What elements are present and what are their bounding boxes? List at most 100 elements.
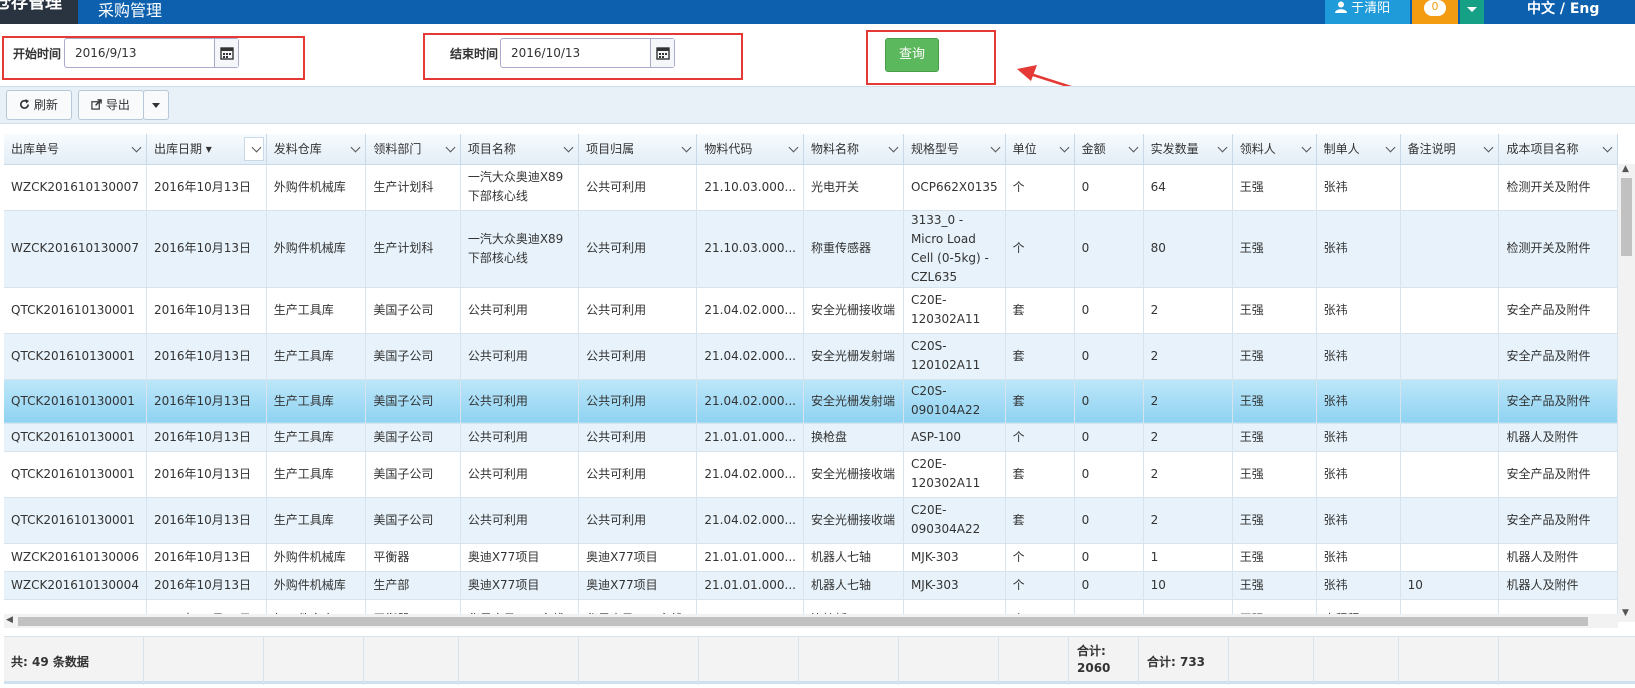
table-cell: 光电开关 <box>803 164 904 211</box>
vertical-scroll-thumb[interactable] <box>1621 178 1632 256</box>
chevron-down-icon[interactable] <box>1460 0 1484 24</box>
column-header-label: 项目名称 <box>467 142 516 157</box>
column-header[interactable]: 项目归属 <box>578 134 698 165</box>
table-cell: 公共可利用 <box>578 379 698 424</box>
chevron-down-icon[interactable] <box>563 142 574 153</box>
refresh-label: 刷新 <box>33 98 58 112</box>
table-cell <box>1400 379 1500 424</box>
horizontal-scrollbar[interactable]: ◀ <box>4 614 1618 628</box>
module-title[interactable]: 采购管理 <box>98 0 162 21</box>
column-header[interactable]: 物料代码 <box>696 134 804 165</box>
table-row[interactable]: QTCK201610130001 2016年10月13日 生产工具库 美国子公司 公共可… <box>4 379 1618 424</box>
table-row[interactable]: QTCK201610130001 2016年10月13日 生产工具库 美国子公司 公共可… <box>4 451 1618 498</box>
vertical-scrollbar[interactable]: ▲ ▼ <box>1618 164 1635 622</box>
brand-title: 仓存管理 <box>0 0 62 13</box>
chevron-down-icon[interactable] <box>1602 142 1613 153</box>
scroll-up-icon[interactable]: ▲ <box>1622 164 1629 174</box>
column-header[interactable]: 领料人 <box>1232 134 1317 165</box>
table-cell: 公共可利用 <box>460 379 580 424</box>
table-cell: 王强 <box>1232 333 1317 380</box>
table-cell: 0 <box>1074 287 1144 334</box>
chevron-down-icon[interactable] <box>1301 142 1312 153</box>
table-row[interactable]: QTCK201610130001 2016年10月13日 生产工具库 美国子公司 公共可… <box>4 333 1618 380</box>
start-date-field[interactable] <box>64 38 239 68</box>
table-cell: QTCK201610130001 <box>4 287 147 334</box>
table-cell: 2 <box>1143 497 1233 544</box>
chevron-down-icon[interactable] <box>788 142 799 153</box>
table-row[interactable]: QTCK201610130001 2016年10月13日 生产工具库 美国子公司 公共可… <box>4 423 1618 452</box>
column-header[interactable]: 备注说明 <box>1400 134 1500 165</box>
table-cell: 公共可利用 <box>578 451 698 498</box>
table-row[interactable]: WZCK201610130004 2016年10月13日 外购件机械库 生产部 奥迪X7… <box>4 571 1618 600</box>
column-header-label: 项目归属 <box>586 142 635 157</box>
messages-button[interactable]: 0 <box>1412 0 1458 24</box>
chevron-down-icon[interactable] <box>1059 142 1070 153</box>
chevron-down-icon[interactable] <box>990 142 1001 153</box>
calendar-icon[interactable] <box>650 39 674 67</box>
language-switch[interactable]: 中文 / Eng <box>1527 0 1599 18</box>
table-cell: 安全光栅发射端 <box>803 333 904 380</box>
query-button[interactable]: 查询 <box>885 38 939 72</box>
table-row[interactable]: QTCK201610130001 2016年10月13日 生产工具库 美国子公司 公共可… <box>4 497 1618 544</box>
column-header[interactable]: 物料名称 <box>803 134 904 165</box>
table-cell: 生产工具库 <box>266 497 367 544</box>
scroll-down-icon[interactable]: ▼ <box>1622 608 1629 618</box>
column-header[interactable]: 项目名称 <box>460 134 580 165</box>
table-cell: 21.10.03.000... <box>696 164 804 211</box>
chevron-down-icon[interactable] <box>681 142 692 153</box>
footer-cell <box>999 637 1069 685</box>
table-cell: OCP662X0135 <box>903 164 1006 211</box>
footer-cell <box>1229 637 1314 685</box>
chevron-down-icon[interactable] <box>350 142 361 153</box>
chevron-down-icon[interactable] <box>1217 142 1228 153</box>
start-date-input[interactable] <box>65 39 215 67</box>
refresh-button[interactable]: 刷新 <box>6 90 72 120</box>
end-date-input[interactable] <box>501 39 651 67</box>
table-cell: 安全光栅接收端 <box>803 451 904 498</box>
table-cell: 王强 <box>1232 451 1317 498</box>
chevron-down-icon[interactable] <box>1128 142 1139 153</box>
horizontal-scroll-thumb[interactable] <box>18 617 1588 626</box>
table-cell: 公共可利用 <box>578 287 698 334</box>
column-header[interactable]: 规格型号 <box>903 134 1006 165</box>
table-cell: 张祎 <box>1316 497 1401 544</box>
end-date-field[interactable] <box>500 38 675 68</box>
column-header[interactable]: 金额 <box>1074 134 1144 165</box>
column-header[interactable]: 出库单号 <box>4 134 147 165</box>
chevron-down-icon[interactable] <box>1385 142 1396 153</box>
calendar-icon[interactable] <box>214 39 238 67</box>
table-cell: 美国子公司 <box>365 423 461 452</box>
column-header[interactable]: 实发数量 <box>1143 134 1233 165</box>
grid-header-row: 出库单号 出库日期 ▾ 发料仓库 领料部门 项目名称 项目归属 物料代码 物料名称 规格型号 单位… <box>4 134 1618 165</box>
column-header[interactable]: 出库日期 ▾ <box>146 134 267 165</box>
user-menu-button[interactable]: 于清阳 <box>1325 0 1410 24</box>
footer-cell <box>364 637 459 685</box>
export-button[interactable]: 导出 <box>78 90 144 120</box>
column-header[interactable]: 单位 <box>1005 134 1075 165</box>
grid-body: WZCK201610130007 2016年10月13日 外购件机械库 生产计划科 一汽… <box>4 164 1618 622</box>
app-brand: 仓存管理 <box>0 0 78 24</box>
table-row[interactable]: WZCK201610130006 2016年10月13日 外购件机械库 平衡器 奥迪X7… <box>4 543 1618 572</box>
data-grid: 出库单号 出库日期 ▾ 发料仓库 领料部门 项目名称 项目归属 物料代码 物料名称 规格型号 单位… <box>4 134 1618 622</box>
table-cell: 生产计划科 <box>365 210 461 288</box>
column-header[interactable]: 发料仓库 <box>266 134 367 165</box>
export-dropdown-button[interactable] <box>143 90 169 120</box>
column-header[interactable]: 领料部门 <box>365 134 461 165</box>
column-header[interactable]: 成本项目名称 <box>1498 134 1618 165</box>
column-header[interactable]: 制单人 <box>1316 134 1401 165</box>
chevron-down-icon[interactable] <box>131 142 142 153</box>
table-cell: C20S-090104A22 <box>903 379 1006 424</box>
chevron-down-icon[interactable] <box>888 142 899 153</box>
table-row[interactable]: QTCK201610130001 2016年10月13日 生产工具库 美国子公司 公共可… <box>4 287 1618 334</box>
column-header-label: 规格型号 <box>910 142 959 157</box>
chevron-down-icon[interactable] <box>1484 142 1494 153</box>
table-cell: 美国子公司 <box>365 497 461 544</box>
footer-cell <box>899 637 999 685</box>
table-cell: 称重传感器 <box>803 210 904 288</box>
table-row[interactable]: WZCK201610130007 2016年10月13日 外购件机械库 生产计划科 一汽… <box>4 210 1618 288</box>
table-cell: 王强 <box>1232 497 1317 544</box>
table-row[interactable]: WZCK201610130007 2016年10月13日 外购件机械库 生产计划科 一汽… <box>4 164 1618 211</box>
table-cell: QTCK201610130001 <box>4 423 147 452</box>
chevron-down-icon[interactable] <box>445 142 456 153</box>
scroll-left-icon[interactable]: ◀ <box>6 615 13 625</box>
